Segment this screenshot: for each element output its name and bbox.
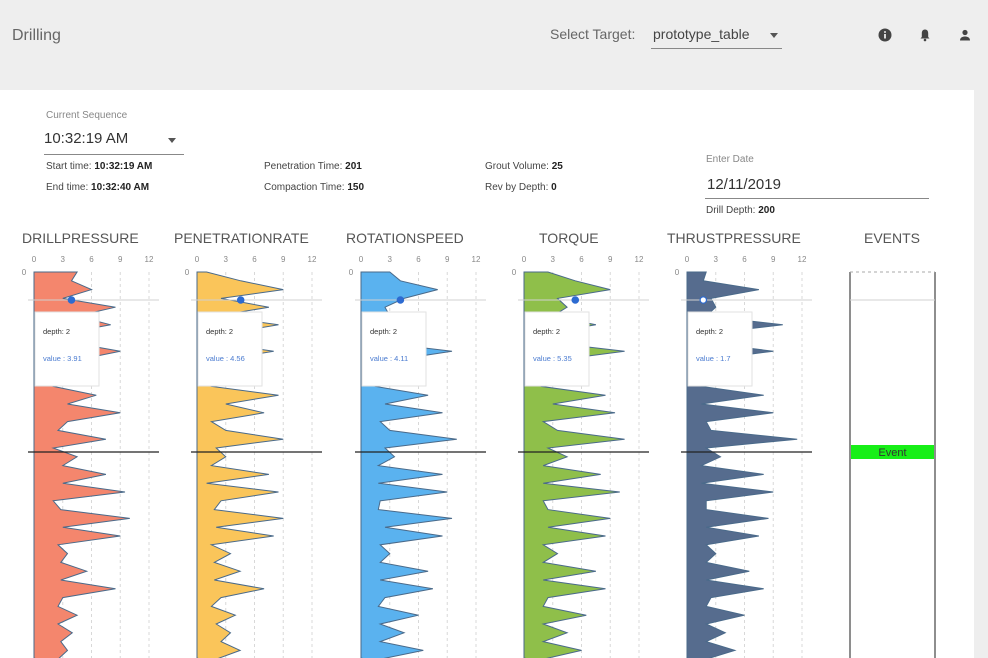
drillpressure-hover-point xyxy=(67,296,76,304)
torque-x-tick: 12 xyxy=(635,255,644,264)
penetrationrate-tooltip-box xyxy=(197,311,263,387)
torque-hover-point xyxy=(571,296,580,304)
penetrationrate-x-tick: 3 xyxy=(224,255,229,264)
account-icon[interactable] xyxy=(958,28,972,42)
rotationspeed-x-tick: 6 xyxy=(416,255,421,264)
thrustpressure-x-tick: 6 xyxy=(742,255,747,264)
rotationspeed-tooltip-value: value : 4.11 xyxy=(370,354,408,363)
drillpressure-x-tick: 3 xyxy=(61,255,66,264)
thrustpressure-hover-point xyxy=(699,296,708,304)
rotationspeed-x-tick: 12 xyxy=(472,255,481,264)
rotationspeed-hover-point xyxy=(396,296,405,304)
torque-x-tick: 9 xyxy=(608,255,613,264)
penetrationrate-x-tick: 6 xyxy=(252,255,257,264)
drillpressure-tooltip-box xyxy=(34,311,100,387)
torque-tooltip-box xyxy=(524,311,590,387)
penetrationrate-tooltip-value: value : 4.56 xyxy=(206,354,245,363)
select-target-label: Select Target: xyxy=(550,26,636,42)
thrustpressure-tooltip-box xyxy=(687,311,753,387)
drillpressure-x-tick: 0 xyxy=(32,255,37,264)
penetrationrate-depth-tick: 0 xyxy=(185,268,190,277)
penetrationrate-tooltip-depth: depth: 2 xyxy=(206,327,233,336)
torque-tooltip-value: value : 5.35 xyxy=(533,354,572,363)
torque-x-tick: 6 xyxy=(579,255,584,264)
bell-icon[interactable] xyxy=(918,28,932,42)
torque-x-tick: 0 xyxy=(522,255,527,264)
thrustpressure-depth-tick: 0 xyxy=(675,268,680,277)
thrustpressure-x-tick: 9 xyxy=(771,255,776,264)
penetrationrate-x-tick: 0 xyxy=(195,255,200,264)
torque-tooltip-depth: depth: 2 xyxy=(533,327,560,336)
drillpressure-tooltip-value: value : 3.91 xyxy=(43,354,82,363)
thrustpressure-tooltip-value: value : 1.7 xyxy=(696,354,731,363)
torque-depth-tick: 0 xyxy=(512,268,517,277)
drillpressure-x-tick: 6 xyxy=(89,255,94,264)
thrustpressure-tooltip-depth: depth: 2 xyxy=(696,327,723,336)
rotationspeed-tooltip-box xyxy=(361,311,427,387)
drillpressure-x-tick: 12 xyxy=(145,255,154,264)
thrustpressure-x-tick: 0 xyxy=(685,255,690,264)
thrustpressure-x-tick: 3 xyxy=(714,255,719,264)
event-label: Event xyxy=(878,447,906,459)
penetrationrate-x-tick: 9 xyxy=(281,255,286,264)
chevron-down-icon xyxy=(770,33,778,38)
drillpressure-depth-tick: 0 xyxy=(22,268,27,277)
rotationspeed-x-tick: 9 xyxy=(445,255,450,264)
target-dropdown-value: prototype_table xyxy=(653,26,750,42)
main-panel: Current Sequence 10:32:19 AM Start time:… xyxy=(0,90,974,658)
rotationspeed-x-tick: 3 xyxy=(388,255,393,264)
drillpressure-tooltip-depth: depth: 2 xyxy=(43,327,70,336)
drillpressure-x-tick: 9 xyxy=(118,255,123,264)
depth-charts: 0 3 6 9 12 0 depth: 2 value : 3.91 0 3 6 9 12 0 depth:… xyxy=(22,255,936,658)
penetrationrate-x-tick: 12 xyxy=(308,255,317,264)
rotationspeed-x-tick: 0 xyxy=(359,255,364,264)
rotationspeed-tooltip-depth: depth: 2 xyxy=(370,327,397,336)
target-dropdown[interactable]: prototype_table xyxy=(651,22,782,49)
top-app-bar: Drilling Select Target: prototype_table xyxy=(0,0,988,90)
thrustpressure-x-tick: 12 xyxy=(798,255,807,264)
app-title: Drilling xyxy=(12,27,61,44)
rotationspeed-depth-tick: 0 xyxy=(349,268,354,277)
torque-x-tick: 3 xyxy=(551,255,556,264)
info-icon[interactable] xyxy=(878,28,892,42)
penetrationrate-hover-point xyxy=(236,296,245,304)
